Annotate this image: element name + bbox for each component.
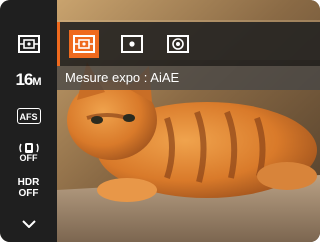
camera-screen: 16 M AFS OFF HDR OFF Mesure expo: AiAE [0, 0, 320, 242]
metering-center-weighted-icon [167, 35, 189, 53]
metering-spot-icon [121, 35, 143, 53]
stabilizer-state: OFF [19, 152, 38, 163]
option-aiae[interactable] [69, 30, 99, 58]
focus-mode-menu-item[interactable]: AFS [0, 98, 57, 134]
option-caption: Mesure expo : AiAE [57, 66, 320, 90]
option-center-weighted[interactable] [163, 30, 193, 58]
hdr-state: OFF [18, 188, 39, 199]
hdr-menu-item[interactable]: HDR OFF [0, 170, 57, 206]
stabilizer-menu-item[interactable]: OFF [0, 134, 57, 170]
resolution-unit: M [32, 76, 42, 88]
selection-marker [57, 22, 60, 66]
metering-aiae-icon [73, 35, 95, 53]
metering-icon [17, 35, 40, 53]
stabilizer-off-icon [18, 142, 39, 153]
option-spot[interactable] [117, 30, 147, 58]
metering-options-bar [57, 22, 320, 66]
chevron-down-icon [21, 220, 36, 228]
focus-mode-label: AFS [19, 112, 38, 122]
resolution-menu-item[interactable]: 16 M [0, 62, 57, 98]
left-menu: 16 M AFS OFF HDR OFF [0, 0, 57, 242]
hdr-label: HDR [17, 177, 40, 188]
more-menu-item[interactable] [0, 210, 57, 238]
metering-menu-item[interactable] [0, 26, 57, 62]
resolution-value: 16 [15, 70, 33, 89]
